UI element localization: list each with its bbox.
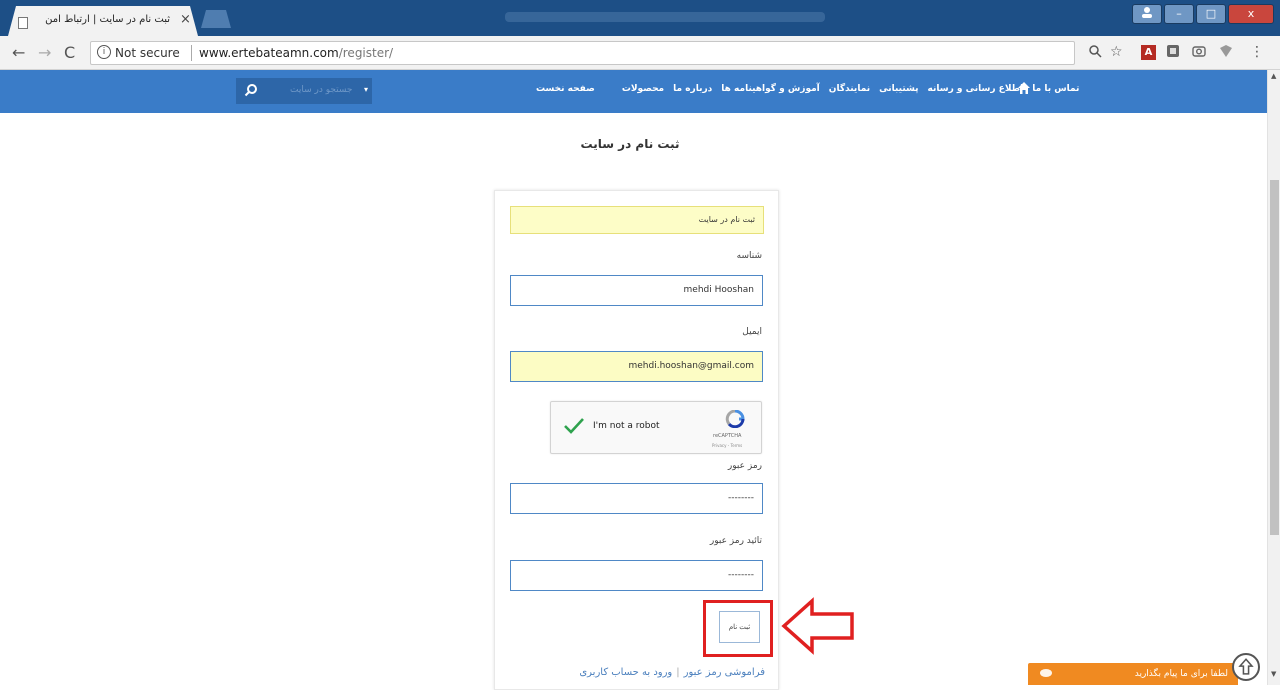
- browser-toolbar: ← → C i Not secure www.ertebateamn.com/r…: [0, 36, 1280, 70]
- email-label: ایمیل: [742, 327, 762, 337]
- scroll-up-icon[interactable]: ▲: [1271, 72, 1276, 80]
- zoom-icon[interactable]: [1088, 44, 1102, 62]
- nav-item-support[interactable]: پشتیبانی: [879, 84, 918, 94]
- login-link[interactable]: ورود به حساب کاربری: [579, 667, 672, 678]
- page-icon: [18, 17, 28, 29]
- extension-square-icon[interactable]: [1166, 44, 1180, 62]
- user-profile-icon[interactable]: [1132, 4, 1162, 24]
- info-icon[interactable]: i: [97, 45, 111, 59]
- pdf-extension-icon[interactable]: A: [1141, 45, 1156, 60]
- page-title: ثبت نام در سایت: [580, 137, 680, 151]
- form-notice: ثبت نام در سایت: [510, 206, 764, 234]
- email-input[interactable]: mehdi.hooshan@gmail.com: [510, 351, 763, 382]
- page-scrollbar[interactable]: ▲ ▼: [1267, 70, 1280, 685]
- nav-item-about[interactable]: درباره ما: [673, 84, 712, 94]
- site-search[interactable]: جستجو در سایت ▾: [236, 78, 372, 104]
- extension-shield-icon[interactable]: [1218, 44, 1234, 62]
- site-navbar: جستجو در سایت ▾ صفحه نخست محصولات درباره…: [0, 70, 1267, 113]
- search-icon[interactable]: [244, 83, 258, 97]
- username-input[interactable]: mehdi Hooshan: [510, 275, 763, 306]
- close-window-button[interactable]: x: [1228, 4, 1274, 24]
- browser-titlebar: ثبت نام در سایت | ارتباط امن × – □ x: [0, 0, 1280, 36]
- maximize-button[interactable]: □: [1196, 4, 1226, 24]
- new-tab-button[interactable]: [201, 10, 231, 28]
- nav-item-products[interactable]: محصولات: [622, 84, 664, 94]
- scroll-thumb[interactable]: [1270, 180, 1279, 535]
- chevron-down-icon[interactable]: ▾: [364, 85, 368, 94]
- form-links: فراموشی رمز عبور | ورود به حساب کاربری: [570, 667, 765, 678]
- security-label: Not secure: [115, 46, 180, 60]
- window-title-blurred: [505, 12, 825, 22]
- recaptcha-brand: reCAPTCHA: [713, 433, 742, 439]
- captcha-label: I'm not a robot: [593, 421, 660, 431]
- red-arrow-icon: [781, 597, 854, 655]
- recaptcha-logo-icon: [725, 410, 745, 428]
- star-icon[interactable]: ☆: [1110, 44, 1123, 60]
- confirm-password-input[interactable]: --------: [510, 560, 763, 591]
- chat-label: لطفا برای ما پیام بگذارید: [1134, 669, 1228, 679]
- forward-arrow-icon[interactable]: →: [38, 43, 51, 62]
- link-divider: |: [676, 667, 680, 678]
- nav-item-home[interactable]: صفحه نخست: [536, 84, 595, 94]
- forgot-password-link[interactable]: فراموشی رمز عبور: [684, 667, 765, 678]
- url-text: www.ertebateamn.com/register/: [199, 46, 393, 60]
- password-label: رمز عبور: [727, 461, 762, 471]
- camera-icon[interactable]: [1192, 44, 1206, 62]
- password-input[interactable]: --------: [510, 483, 763, 514]
- url-divider: [191, 45, 192, 61]
- nav-item-contact[interactable]: تماس با ما: [1032, 84, 1079, 94]
- url-host: www.ertebateamn.com: [199, 46, 339, 60]
- address-bar[interactable]: i Not secure www.ertebateamn.com/registe…: [90, 41, 1075, 65]
- chat-widget[interactable]: لطفا برای ما پیام بگذارید: [1028, 663, 1238, 685]
- chat-bubble-icon: [1040, 669, 1052, 677]
- scroll-down-icon[interactable]: ▼: [1271, 670, 1276, 678]
- url-path: /register/: [338, 46, 394, 60]
- tab-title: ثبت نام در سایت | ارتباط امن: [45, 14, 170, 25]
- username-label: شناسه: [736, 251, 762, 261]
- browser-tab[interactable]: ثبت نام در سایت | ارتباط امن ×: [8, 6, 198, 36]
- nav-links: صفحه نخست محصولات درباره ما آموزش و گواه…: [536, 84, 1079, 94]
- tab-close-icon[interactable]: ×: [180, 12, 191, 27]
- scroll-to-top-icon[interactable]: [1232, 653, 1260, 681]
- kebab-menu-icon[interactable]: ⋮: [1250, 44, 1264, 60]
- reload-icon[interactable]: C: [64, 43, 75, 62]
- checkmark-icon[interactable]: [563, 417, 585, 435]
- confirm-password-label: تائید رمز عبور: [709, 536, 762, 546]
- recaptcha-widget[interactable]: I'm not a robot reCAPTCHA Privacy - Term…: [550, 401, 762, 454]
- minimize-button[interactable]: –: [1164, 4, 1194, 24]
- search-placeholder: جستجو در سایت: [290, 85, 353, 95]
- back-arrow-icon[interactable]: ←: [12, 43, 25, 62]
- window-controls: – □ x: [1132, 4, 1274, 24]
- recaptcha-terms[interactable]: Privacy - Terms: [712, 443, 742, 448]
- nav-item-agents[interactable]: نمایندگان: [829, 84, 870, 94]
- nav-item-training[interactable]: آموزش و گواهینامه ها: [721, 84, 819, 94]
- red-highlight-box: [703, 600, 773, 657]
- nav-item-news[interactable]: اطلاع رسانی و رسانه: [928, 84, 1024, 94]
